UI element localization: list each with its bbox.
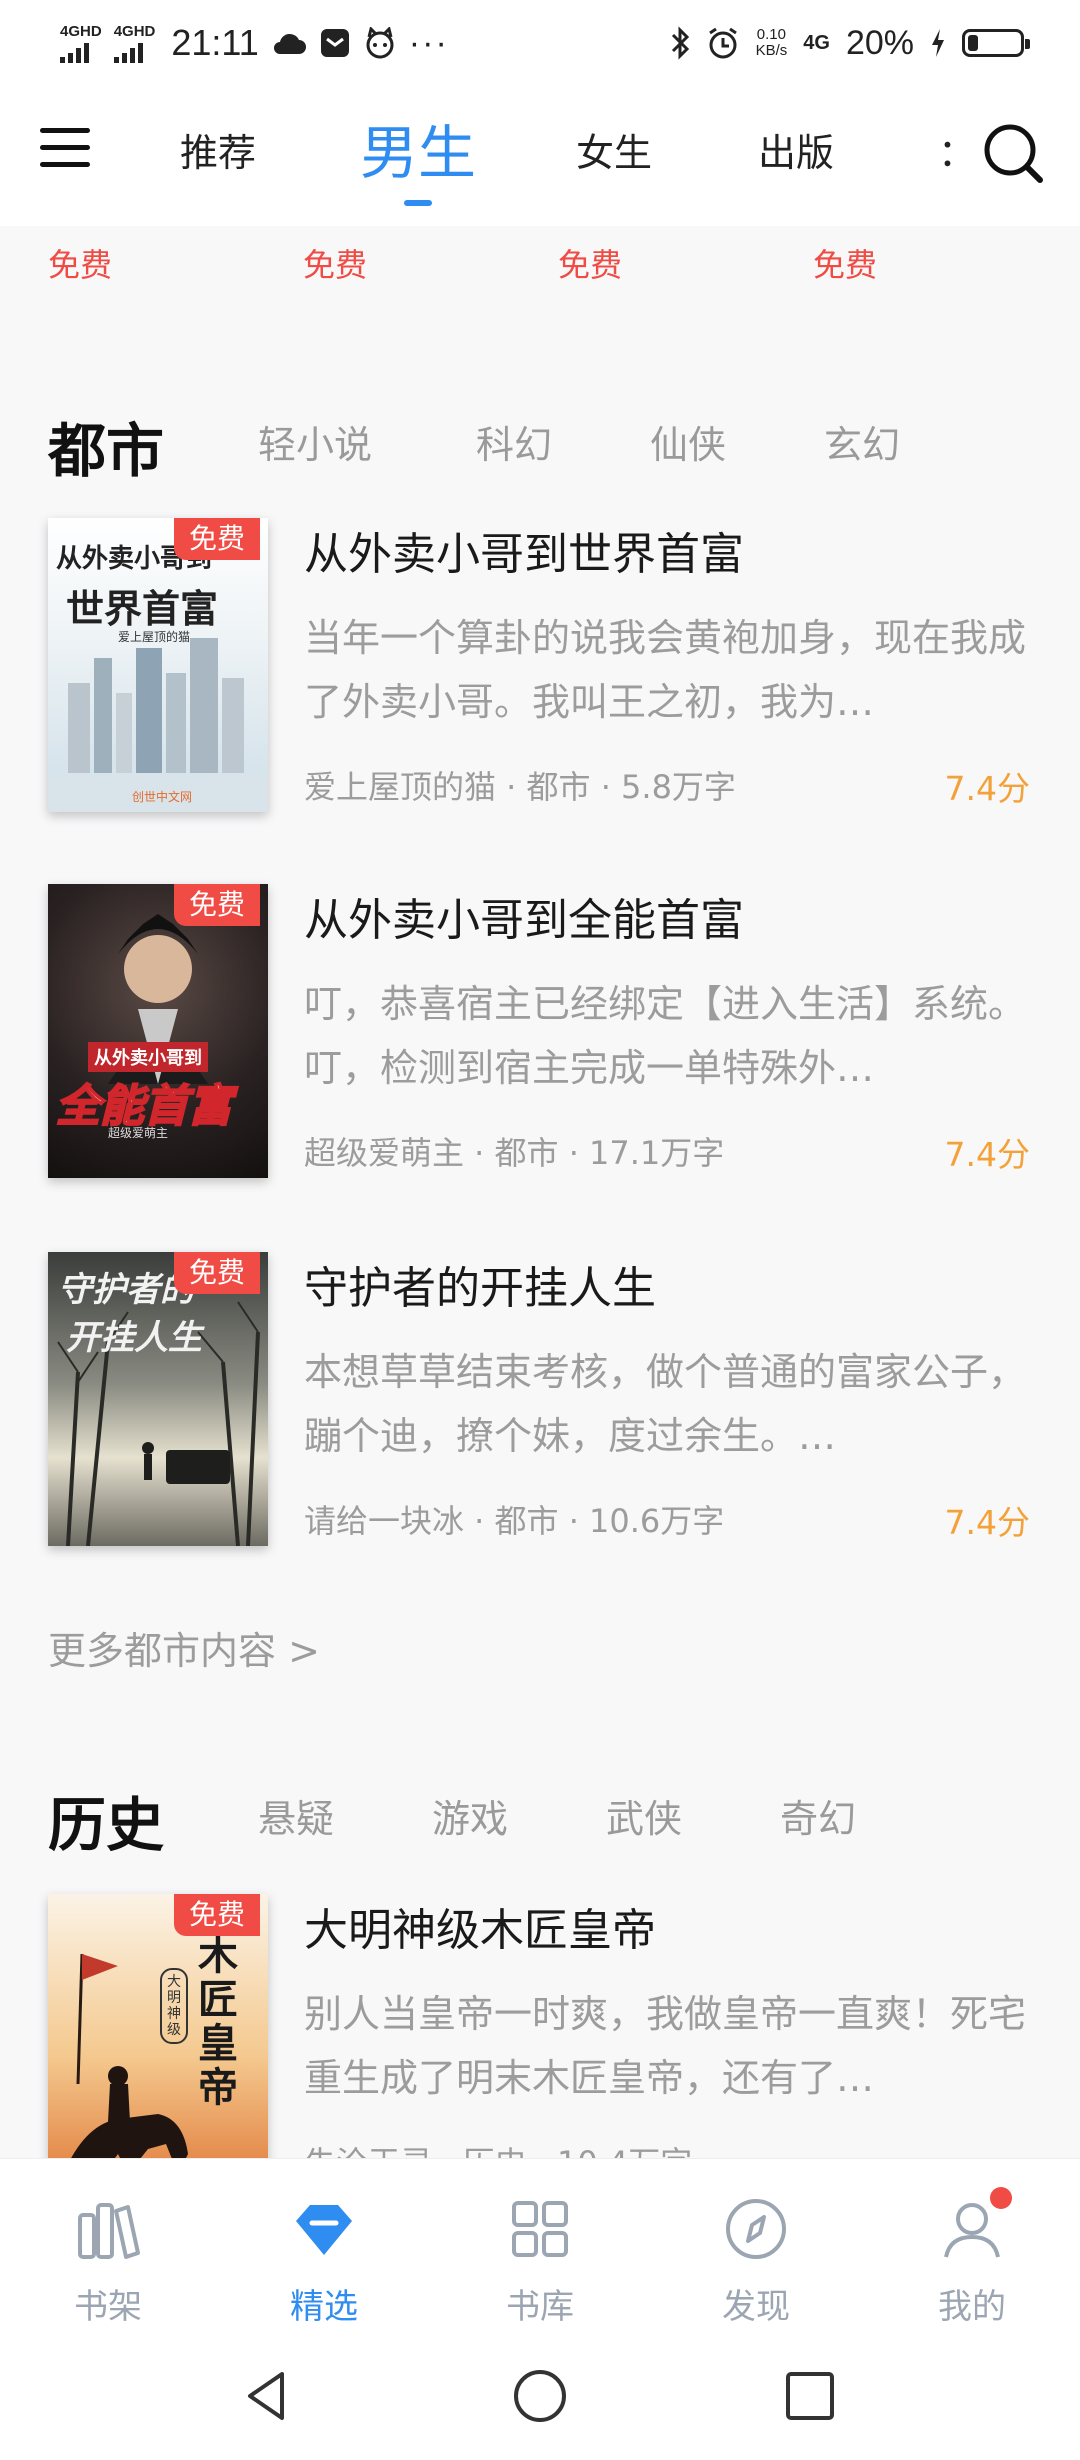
cover-title-main: 世界首富 [66,586,219,631]
cover-author: 爱上屋顶的猫 [118,630,191,644]
free-label-row: 免费 免费 免费 免费 [0,240,1080,284]
free-label: 免费 [813,246,878,284]
signal-1: 4GHD [60,24,102,63]
book-cover: 从外卖小哥到 全能首富 超级爱萌主 免费 [48,884,268,1178]
notification-dot [990,2187,1012,2209]
network-type-2: 4GHD [113,22,156,40]
book-title: 从外卖小哥到世界首富 [304,529,744,580]
bluetooth-icon [671,26,689,60]
free-badge: 免费 [174,518,260,560]
subcategory-fantasy[interactable]: 奇幻 [780,1788,856,1843]
nav-label: 精选 [290,2287,358,2327]
signal-2: 4GHD [113,22,156,63]
free-label: 免费 [558,246,623,284]
subcategory-mystery[interactable]: 悬疑 [258,1788,334,1843]
cover-subtitle: 从外卖小哥到 [88,1042,208,1072]
section-title-history: 历史 [48,1791,165,1859]
free-label: 免费 [303,246,368,284]
grid-icon [512,2201,568,2257]
book-item[interactable]: 木匠皇帝 大明神级 免费 大明神级木匠皇帝 别人当皇帝一时爽，我做皇帝一直爽！死… [48,1894,1048,2194]
cover-title-line2: 开挂人生 [66,1318,202,1358]
section-title-urban: 都市 [48,417,165,485]
subcategory-wuxia[interactable]: 武侠 [606,1788,682,1843]
cover-seal: 大明神级 [160,1968,188,2044]
bookshelf-icon [78,2203,140,2259]
more-notifications: ··· [408,23,449,62]
free-label: 免费 [48,246,113,284]
battery-percent: 20% [845,23,914,62]
book-title: 从外卖小哥到全能首富 [304,895,744,946]
more-urban-link[interactable]: 更多都市内容 > [48,1620,320,1675]
alarm-icon [708,27,737,59]
search-icon[interactable] [982,122,1044,184]
book-description: 别人当皇帝一时爽，我做皇帝一直爽！死宅重生成了明末木匠皇帝，还有了… [304,1992,1027,2100]
free-badge: 免费 [174,1252,260,1294]
nav-featured[interactable]: 精选 [254,2193,394,2328]
subcategory-light-novel[interactable]: 轻小说 [258,414,372,469]
compass-icon [726,2199,786,2259]
book-cover: 从外卖小哥到 世界首富 爱上屋顶的猫 创世中文网 免费 [48,518,268,812]
subcategory-xuanhuan[interactable]: 玄幻 [824,414,900,469]
tab-publishing[interactable]: 出版 [758,122,834,177]
status-bar: 4GHD 4GHD 21:11 ··· 0.10 KB/s 4G 20% [0,0,1080,86]
cover-title: 木匠皇帝 [198,1932,238,2111]
book-description: 叮，恭喜宿主已经绑定【进入生活】系统。叮，检测到宿主完成一单特殊外… [304,982,1027,1090]
back-icon[interactable] [238,2366,298,2426]
recents-icon[interactable] [780,2366,840,2426]
nav-bookshelf[interactable]: 书架 [38,2193,178,2328]
book-score: 7.4分 [944,1135,1030,1174]
nav-label: 我的 [938,2287,1006,2327]
battery-icon [962,29,1030,57]
signal-icon [60,41,102,63]
book-description: 当年一个算卦的说我会黄袍加身，现在我成了外卖小哥。我叫王之初，我为… [304,616,1027,724]
network-type-1: 4GHD [60,22,102,40]
clock: 21:11 [171,22,259,63]
book-item[interactable]: 从外卖小哥到 全能首富 超级爱萌主 免费 从外卖小哥到全能首富 叮，恭喜宿主已经… [48,884,1048,1184]
book-title: 守护者的开挂人生 [304,1263,656,1314]
network-speed: 0.10 KB/s [755,26,788,59]
nav-label: 书架 [74,2287,142,2327]
bottom-nav: 书架 精选 书库 发现 我的 [0,2158,1080,2333]
book-item[interactable]: 守护者的 开挂人生 免费 守护者的开挂人生 本想草草结束考核，做个普通的富家公子… [48,1252,1048,1552]
tab-female[interactable]: 女生 [576,122,652,177]
cat-app-icon [366,27,394,59]
cover-publisher: 创世中文网 [132,790,193,804]
diamond-icon [296,2205,352,2255]
home-icon[interactable] [510,2366,570,2426]
book-item[interactable]: 从外卖小哥到 世界首富 爱上屋顶的猫 创世中文网 免费 从外卖小哥到世界首富 当… [48,518,1048,818]
top-nav: 推荐 男生 女生 出版 ： [0,86,1080,226]
subcategory-scifi[interactable]: 科幻 [476,414,552,469]
book-description: 本想草草结束考核，做个普通的富家公子，蹦个迪，撩个妹，度过余生。… [304,1350,1027,1458]
nav-discover[interactable]: 发现 [686,2193,826,2328]
book-score: 7.4分 [944,769,1030,808]
subcategory-game[interactable]: 游戏 [432,1788,508,1843]
book-title: 大明神级木匠皇帝 [304,1905,656,1956]
book-cover: 守护者的 开挂人生 免费 [48,1252,268,1546]
book-cover: 木匠皇帝 大明神级 免费 [48,1894,268,2188]
charging-icon [932,29,944,57]
subcategory-xianxia[interactable]: 仙侠 [650,414,726,469]
book-meta: 请给一块冰 · 都市 · 10.6万字 [304,1502,725,1540]
cloud-icon [273,33,306,54]
nav-profile[interactable]: 我的 [902,2187,1042,2328]
system-nav-bar [0,2332,1080,2460]
book-score: 7.4分 [944,1503,1030,1542]
net-type: 4G [803,32,830,54]
menu-icon[interactable] [40,128,90,178]
tab-recommend[interactable]: 推荐 [180,122,256,177]
book-meta: 超级爱萌主 · 都市 · 17.1万字 [304,1134,725,1172]
tab-male[interactable]: 男生 [360,106,476,206]
nav-label: 发现 [722,2287,790,2327]
cover-author: 超级爱萌主 [108,1126,169,1140]
signal-icon [113,41,156,63]
nav-label: 书库 [506,2287,574,2327]
free-badge: 免费 [174,1894,260,1936]
free-badge: 免费 [174,884,260,926]
nav-library[interactable]: 书库 [470,2193,610,2328]
book-meta: 爱上屋顶的猫 · 都市 · 5.8万字 [304,768,736,806]
tab-overflow[interactable]: ： [938,122,952,172]
mail-app-icon [320,29,349,57]
